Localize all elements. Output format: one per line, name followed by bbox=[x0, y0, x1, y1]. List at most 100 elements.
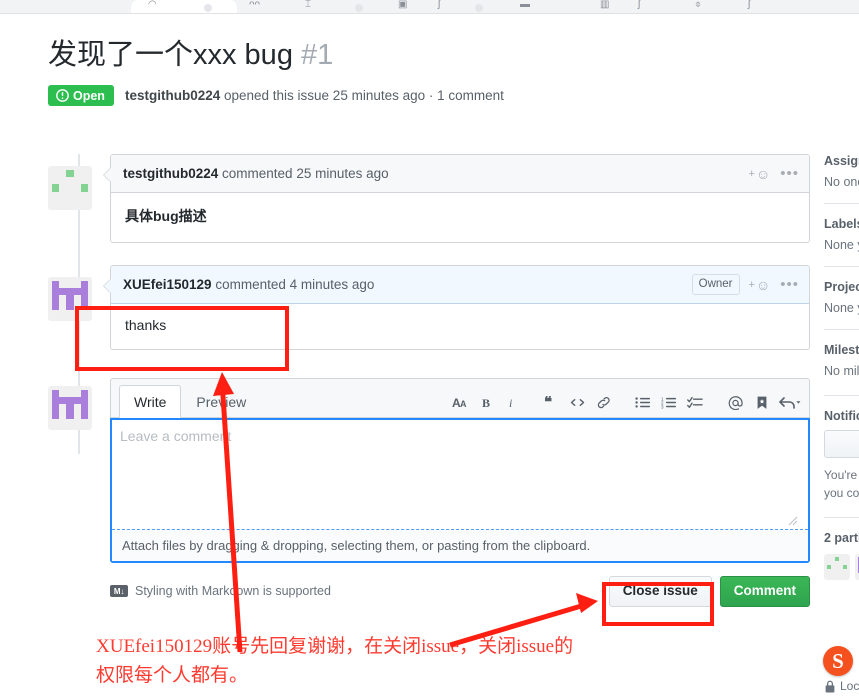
comment-header: testgithub0224 commented 25 minutes ago … bbox=[111, 155, 809, 193]
plus-icon: + bbox=[748, 167, 755, 180]
mention-icon[interactable] bbox=[727, 394, 744, 411]
issue-title-text: 发现了一个xxx bug bbox=[48, 39, 293, 71]
issue-meta-row: Open testgithub0224 opened this issue 25… bbox=[48, 85, 838, 107]
browser-tab-strip: ◠ ᴖᴖ ⌶ ▣ ʃ ▬ ▥ ʃ ⌽ ʃ bbox=[0, 0, 859, 14]
tab-preview[interactable]: Preview bbox=[181, 385, 261, 418]
sidebar-projects-title: Projects bbox=[824, 280, 859, 294]
editor-actions: Close issue Comment bbox=[608, 576, 810, 607]
notifications-note-line2: you composed the thread. bbox=[824, 486, 859, 500]
owner-badge: Owner bbox=[691, 274, 740, 295]
comment-author[interactable]: XUEfei150129 bbox=[123, 277, 212, 292]
issue-header: 发现了一个xxx bug #1 Open testgithub0224 open… bbox=[48, 38, 838, 107]
tab-icon-a: ◠ bbox=[148, 0, 157, 10]
annotation-line-2: 权限每个人都有。 bbox=[96, 664, 249, 686]
resize-handle[interactable] bbox=[788, 516, 798, 526]
comment-menu-button[interactable]: ••• bbox=[780, 277, 799, 292]
new-comment-form: Write Preview AA B i ❝ 1 2 3 Leave a com… bbox=[48, 378, 810, 607]
comment-box: XUEfei150129 commented 4 minutes ago Own… bbox=[103, 265, 810, 350]
markdown-support-note[interactable]: M↓ Styling with Markdown is supported bbox=[110, 584, 331, 598]
italic-icon[interactable]: i bbox=[504, 394, 521, 411]
divider bbox=[824, 266, 859, 267]
quote-icon[interactable]: ❝ bbox=[543, 394, 560, 411]
tab-icon-h: ʃ bbox=[638, 0, 641, 10]
sidebar-labels-value: None yet bbox=[824, 238, 859, 252]
textarea-inner bbox=[112, 420, 808, 529]
sidebar-milestone[interactable]: Milestone No milestone bbox=[824, 343, 859, 378]
file-drop-hint[interactable]: Attach files by dragging & dropping, sel… bbox=[112, 529, 808, 561]
avatar[interactable] bbox=[48, 277, 92, 321]
sidebar-labels[interactable]: Labels None yet bbox=[824, 217, 859, 252]
participant-avatar-1[interactable] bbox=[824, 554, 850, 580]
avatar[interactable] bbox=[48, 166, 92, 210]
issue-sidebar: Assignees No one—assign yourself Labels … bbox=[824, 154, 859, 693]
link-icon[interactable] bbox=[595, 394, 612, 411]
tab-icon-j: ʃ bbox=[748, 0, 751, 10]
sogou-ime-logo: S bbox=[823, 646, 853, 676]
tab-icon-b: ᴖᴖ bbox=[249, 0, 261, 10]
tab-icon-g: ▥ bbox=[600, 0, 610, 10]
tab-write[interactable]: Write bbox=[119, 385, 182, 418]
annotation-line-1: XUEfei150129账号先回复谢谢，在关闭issue，关闭issue的 bbox=[96, 636, 574, 657]
annotation-note: XUEfei150129账号先回复谢谢，在关闭issue，关闭issue的 权限… bbox=[96, 633, 836, 690]
comment-author-and-time: testgithub0224 commented 25 minutes ago bbox=[123, 166, 389, 181]
comment-body: 具体bug描述 bbox=[125, 208, 207, 224]
avatar[interactable] bbox=[48, 386, 92, 430]
tab-icon-i: ⌽ bbox=[695, 0, 701, 10]
tab-icon-f: ▬ bbox=[520, 0, 530, 10]
tab-close-c[interactable] bbox=[475, 4, 483, 12]
comment-submit-button[interactable]: Comment bbox=[719, 576, 810, 607]
ordered-list-icon[interactable]: 123 bbox=[660, 394, 677, 411]
markdown-support-label: Styling with Markdown is supported bbox=[135, 584, 331, 599]
close-issue-button[interactable]: Close issue bbox=[608, 576, 712, 607]
tab-icon-e: ʃ bbox=[438, 0, 441, 10]
unordered-list-icon[interactable] bbox=[634, 394, 651, 411]
comment-author[interactable]: testgithub0224 bbox=[123, 166, 218, 181]
comment-item: testgithub0224 commented 25 minutes ago … bbox=[48, 154, 810, 243]
issue-timeline: testgithub0224 commented 25 minutes ago … bbox=[48, 154, 810, 621]
add-reaction-button[interactable]: + ☺ bbox=[749, 167, 771, 181]
sidebar-milestone-title: Milestone bbox=[824, 343, 859, 357]
issue-meta-text: testgithub0224 opened this issue 25 minu… bbox=[125, 88, 504, 103]
participant-avatar-2[interactable] bbox=[855, 554, 859, 580]
comment-editor: Write Preview AA B i ❝ 1 2 3 Leave a com… bbox=[110, 378, 810, 607]
status-badge-label: Open bbox=[73, 88, 105, 103]
identicon-purple bbox=[52, 390, 88, 426]
comment-input[interactable] bbox=[118, 426, 802, 518]
browser-tab-active[interactable] bbox=[131, 0, 237, 13]
editor-tabs: Write Preview AA B i ❝ 1 2 3 bbox=[110, 378, 810, 418]
plus-icon: + bbox=[748, 278, 755, 291]
sidebar-projects-value: None yet bbox=[824, 301, 859, 315]
sidebar-assignees-value[interactable]: No one—assign yourself bbox=[824, 175, 859, 189]
task-list-icon[interactable] bbox=[686, 394, 703, 411]
svg-text:B: B bbox=[482, 396, 490, 409]
page-title: 发现了一个xxx bug #1 bbox=[48, 38, 838, 73]
divider bbox=[824, 517, 859, 518]
issue-meta-rest: opened this issue 25 minutes ago · 1 com… bbox=[220, 88, 504, 104]
sidebar-participants: 2 participants bbox=[824, 531, 859, 580]
heading-icon[interactable]: AA bbox=[452, 394, 469, 411]
saved-reply-icon[interactable] bbox=[753, 394, 770, 411]
divider bbox=[824, 329, 859, 330]
issue-author-link[interactable]: testgithub0224 bbox=[125, 88, 220, 103]
tab-close-a[interactable] bbox=[204, 4, 212, 12]
participant-avatars bbox=[824, 554, 859, 580]
svg-text:3: 3 bbox=[661, 405, 664, 409]
svg-text:❝: ❝ bbox=[544, 396, 552, 409]
add-reaction-button[interactable]: + ☺ bbox=[749, 278, 771, 292]
comment-menu-button[interactable]: ••• bbox=[780, 166, 799, 181]
code-icon[interactable] bbox=[569, 394, 586, 411]
svg-text:i: i bbox=[509, 396, 512, 409]
sidebar-assignees[interactable]: Assignees No one—assign yourself bbox=[824, 154, 859, 189]
comment-author-and-time: XUEfei150129 commented 4 minutes ago bbox=[123, 277, 374, 292]
lock-conversation-label: Lock conversation bbox=[840, 679, 859, 693]
sidebar-projects[interactable]: Projects None yet bbox=[824, 280, 859, 315]
unsubscribe-button[interactable] bbox=[824, 430, 859, 458]
sidebar-assignees-title: Assignees bbox=[824, 154, 859, 168]
tab-close-b[interactable] bbox=[355, 4, 363, 12]
reply-icon[interactable] bbox=[779, 394, 801, 411]
comment-box: testgithub0224 commented 25 minutes ago … bbox=[103, 154, 810, 243]
bold-icon[interactable]: B bbox=[478, 394, 495, 411]
editor-footer: M↓ Styling with Markdown is supported Cl… bbox=[110, 576, 810, 607]
tab-icon-c: ⌶ bbox=[305, 0, 311, 10]
smiley-icon: ☺ bbox=[755, 165, 771, 182]
